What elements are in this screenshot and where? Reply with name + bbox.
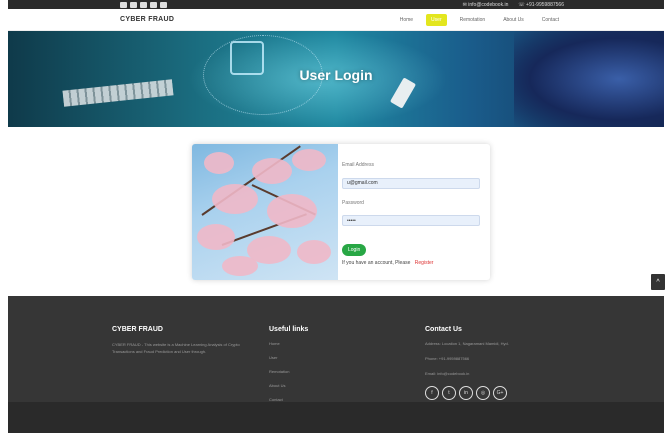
register-link[interactable]: Register bbox=[415, 260, 434, 266]
footer-about: CYBER FRAUD CYBER FRAUD - This website i… bbox=[112, 326, 252, 355]
cherry-blossom-image bbox=[192, 144, 338, 280]
brand-logo[interactable]: CYBER FRAUD bbox=[120, 16, 174, 23]
scroll-top-button[interactable]: ^ bbox=[651, 274, 665, 290]
nav-home[interactable]: Home bbox=[395, 14, 418, 26]
google-plus-icon[interactable]: G+ bbox=[493, 386, 507, 400]
nav-about-us[interactable]: About Us bbox=[498, 14, 529, 26]
top-social-icons bbox=[120, 1, 167, 8]
contact-address: Address: Location 1, Nagaramani Mamidi, … bbox=[425, 341, 509, 346]
facebook-icon[interactable] bbox=[120, 1, 127, 8]
password-input[interactable] bbox=[342, 215, 480, 226]
contact-email[interactable]: Email: info@codebook.in bbox=[425, 371, 509, 376]
nav-user[interactable]: User bbox=[426, 13, 447, 26]
blossom bbox=[204, 152, 234, 174]
footer-link-remotation[interactable]: Remotation bbox=[269, 369, 308, 374]
email-label: Email Address bbox=[342, 162, 374, 168]
top-email[interactable]: ✉ info@codebook.in bbox=[463, 2, 509, 8]
nav-contact[interactable]: Contact bbox=[537, 14, 564, 26]
blossom bbox=[297, 240, 331, 264]
register-prompt: If you have an account, Please bbox=[342, 260, 411, 266]
register-line: If you have an account, Please Register bbox=[342, 260, 480, 266]
footer-brand: CYBER FRAUD bbox=[112, 326, 163, 333]
keyboard-graphic bbox=[62, 79, 174, 107]
login-button[interactable]: Login bbox=[342, 244, 367, 256]
login-form: Email Address Password Login If you have… bbox=[338, 144, 490, 280]
chevron-up-icon: ^ bbox=[656, 278, 660, 286]
footer-link-home[interactable]: Home bbox=[269, 341, 308, 346]
facebook-icon[interactable]: f bbox=[425, 386, 439, 400]
hero-banner: User Login bbox=[8, 31, 664, 127]
google-plus-icon[interactable] bbox=[160, 1, 167, 8]
contact-phone[interactable]: Phone: +91-9959887566 bbox=[425, 356, 509, 361]
footer-description: CYBER FRAUD - This website is a Machine … bbox=[112, 342, 240, 354]
footer-contact: Contact Us Address: Location 1, Nagarama… bbox=[425, 326, 509, 400]
blossom bbox=[222, 256, 258, 276]
twitter-icon[interactable] bbox=[130, 1, 137, 8]
top-bar: ✉ info@codebook.in ☏ +91-9959887566 bbox=[8, 0, 664, 9]
footer-bottom-bar bbox=[8, 402, 664, 433]
blossom bbox=[197, 224, 235, 250]
nav-remotation[interactable]: Remotation bbox=[455, 14, 491, 26]
phone-icon: ☏ bbox=[518, 1, 527, 8]
useful-links-list: Home User Remotation About Us Contact bbox=[269, 341, 308, 402]
email-input[interactable] bbox=[342, 177, 480, 189]
blossom bbox=[252, 158, 292, 184]
blossom bbox=[292, 149, 326, 171]
top-contact: ✉ info@codebook.in ☏ +91-9959887566 bbox=[463, 2, 564, 8]
useful-links-title: Useful links bbox=[269, 326, 309, 333]
login-card: Email Address Password Login If you have… bbox=[192, 144, 490, 280]
nav-menu: Home User Remotation About Us Contact bbox=[395, 13, 564, 26]
instagram-icon[interactable]: ◎ bbox=[476, 386, 490, 400]
footer-link-user[interactable]: User bbox=[269, 355, 308, 360]
footer-useful-links: Useful links Home User Remotation About … bbox=[269, 326, 308, 411]
footer-link-about-us[interactable]: About Us bbox=[269, 383, 308, 388]
hero-title: User Login bbox=[299, 67, 373, 83]
contact-info: Address: Location 1, Nagaramani Mamidi, … bbox=[425, 341, 509, 376]
blossom bbox=[267, 194, 317, 228]
linkedin-icon[interactable] bbox=[140, 1, 147, 8]
instagram-icon[interactable] bbox=[150, 1, 157, 8]
password-label: Password bbox=[342, 199, 364, 206]
linkedin-icon[interactable]: in bbox=[459, 386, 473, 400]
twitter-icon[interactable]: t bbox=[442, 386, 456, 400]
footer-social-icons: f t in ◎ G+ bbox=[425, 386, 509, 400]
page: ✉ info@codebook.in ☏ +91-9959887566 CYBE… bbox=[0, 0, 672, 433]
navbar: CYBER FRAUD Home User Remotation About U… bbox=[8, 9, 664, 31]
blossom bbox=[212, 184, 258, 214]
contact-title: Contact Us bbox=[425, 326, 462, 333]
top-phone[interactable]: ☏ +91-9959887566 bbox=[518, 2, 564, 8]
